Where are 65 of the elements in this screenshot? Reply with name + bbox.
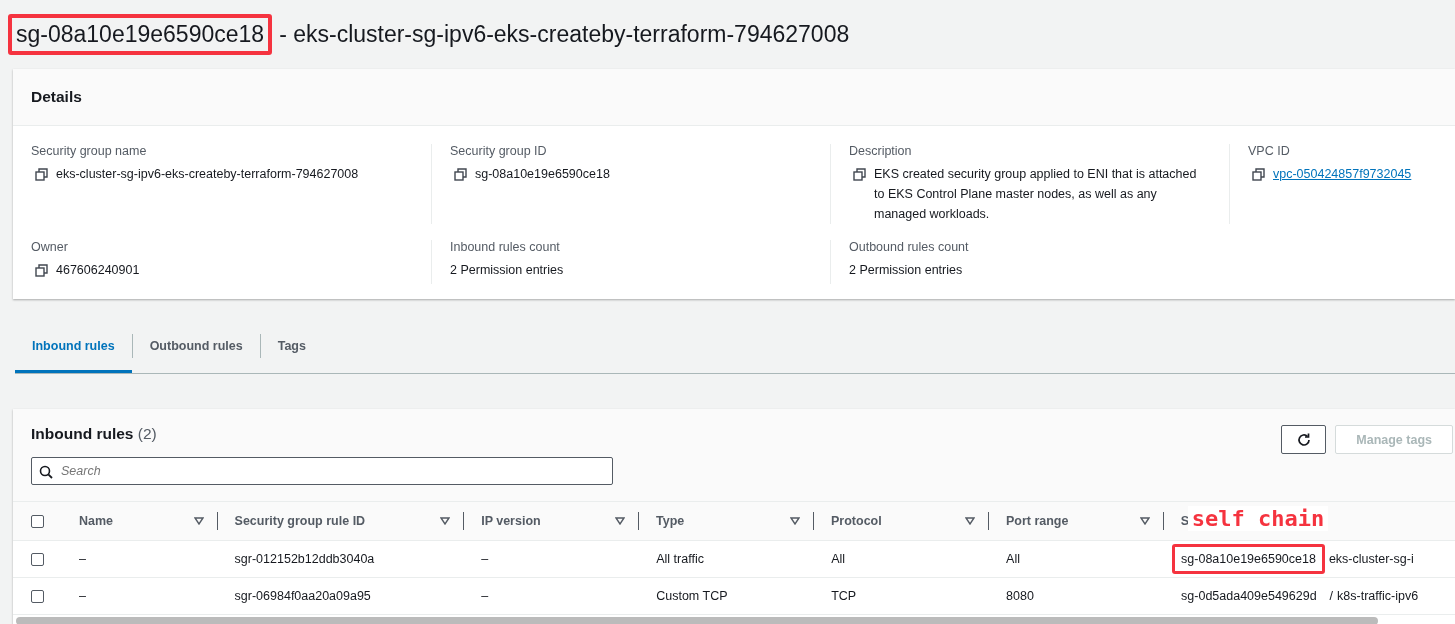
search-field[interactable]: Search <box>31 457 613 485</box>
field-value: 2 Permission entries <box>849 262 963 279</box>
field-value: 2 Permission entries <box>450 262 564 279</box>
refresh-icon <box>1295 431 1312 448</box>
copy-icon[interactable] <box>35 168 48 181</box>
field-label: Inbound rules count <box>450 240 561 254</box>
field-label: VPC ID <box>1248 144 1291 158</box>
column-header[interactable]: Name <box>79 514 114 528</box>
table-cell: All traffic <box>656 552 704 566</box>
rule-count: (2) <box>137 425 157 442</box>
column-header[interactable]: S <box>1180 514 1190 528</box>
source-group-name: k8s-traffic-ipv6 <box>1337 589 1419 603</box>
field-value: sg-08a10e19e6590ce18 <box>475 166 610 183</box>
field-label: Description <box>849 144 913 158</box>
copy-icon[interactable] <box>35 264 48 277</box>
table-cell: sgr-06984f0aa20a09a95 <box>234 589 371 603</box>
horizontal-scrollbar[interactable] <box>13 615 1455 624</box>
sort-icon[interactable] <box>790 517 800 525</box>
checkbox[interactable] <box>31 514 44 528</box>
sort-icon[interactable] <box>193 517 204 525</box>
vpc-link[interactable]: vpc-050424857f9732045 <box>1273 164 1412 184</box>
table-cell: Custom TCP <box>656 589 728 603</box>
refresh-button[interactable] <box>1281 425 1327 454</box>
column-header[interactable]: Security group rule ID <box>234 514 366 528</box>
table-cell: sgr-012152b12ddb3040a <box>234 552 375 566</box>
table-cell: 8080 <box>1006 589 1034 603</box>
column-header[interactable]: Type <box>656 514 685 528</box>
table-cell: – <box>79 589 86 603</box>
sort-icon[interactable] <box>440 517 451 525</box>
table-cell: – <box>481 552 489 566</box>
sort-icon[interactable] <box>615 517 626 525</box>
column-header[interactable]: Port range <box>1005 514 1069 528</box>
field-label: Security group name <box>31 144 148 158</box>
table-cell: All <box>831 552 846 566</box>
field-label: Outbound rules count <box>849 240 970 254</box>
copy-icon[interactable] <box>454 168 467 181</box>
field-value: eks-cluster-sg-ipv6-eks-createby-terraform-794627008 <box>56 166 359 183</box>
field-label: Security group ID <box>450 144 548 158</box>
field-value: 467606240901 <box>56 262 140 279</box>
source-group-id: sg-08a10e19e6590ce18 <box>1172 544 1325 574</box>
field-value: EKS created security group applied to ENI that is attached to EKS Control Plane master nodes, as well as any managed workloads. <box>874 166 1198 223</box>
table-cell: All <box>1006 552 1020 566</box>
table-cell: TCP <box>831 589 857 603</box>
annotation-label: self chain <box>1187 506 1329 531</box>
source-group-name: eks-cluster-sg-i <box>1328 552 1414 566</box>
column-header[interactable]: Protocol <box>831 514 882 528</box>
copy-icon[interactable] <box>853 168 866 181</box>
table-cell: – <box>481 589 489 603</box>
table-cell: – <box>79 552 86 566</box>
separator: / <box>1329 589 1334 603</box>
panel-heading: Inbound rules <box>31 425 134 442</box>
tab[interactable]: Inbound rules <box>15 319 132 373</box>
checkbox[interactable] <box>31 589 44 603</box>
field-label: Owner <box>31 240 69 254</box>
page-title: - eks-cluster-sg-ipv6-eks-createby-terraform-794627008 <box>279 20 850 48</box>
tab[interactable]: Tags <box>260 319 323 373</box>
panel-heading: Details <box>31 88 82 106</box>
copy-icon[interactable] <box>1252 168 1265 181</box>
security-group-id-title: sg-08a10e19e6590ce18 <box>8 13 273 55</box>
column-header[interactable]: IP version <box>481 514 541 528</box>
checkbox[interactable] <box>31 552 44 566</box>
sort-icon[interactable] <box>1139 517 1150 525</box>
tab[interactable]: Outbound rules <box>132 319 260 373</box>
sort-icon[interactable] <box>964 517 975 525</box>
source-group-id: sg-0d5ada409e549629d <box>1180 588 1318 605</box>
